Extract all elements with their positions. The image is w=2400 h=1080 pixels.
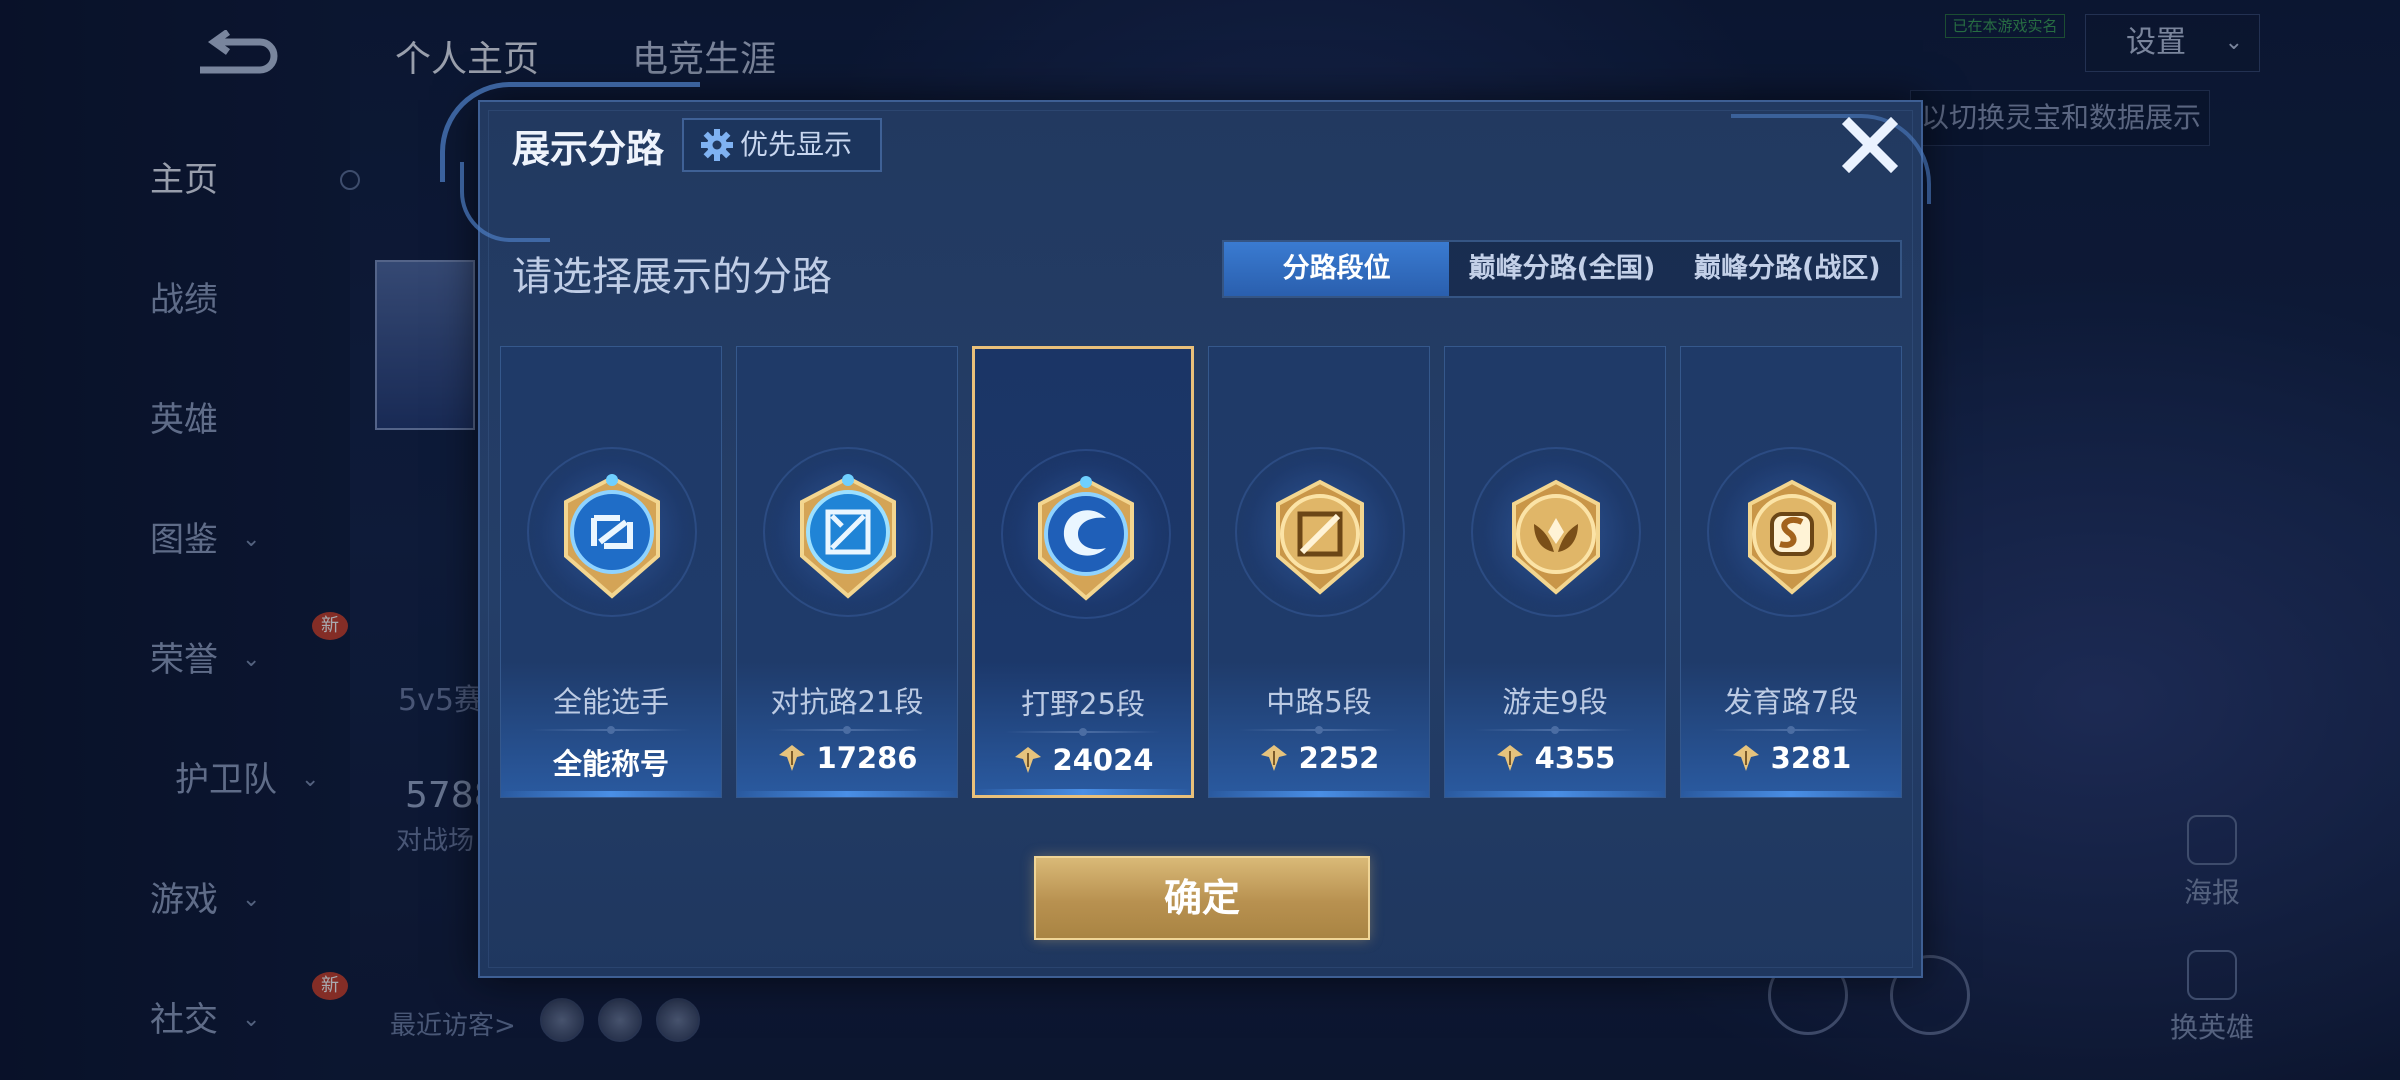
- gold-slash-emblem-icon: [1276, 479, 1364, 595]
- rank-score-icon: [1014, 747, 1041, 773]
- lane-card-all-round[interactable]: 全能选手 全能称号: [500, 346, 722, 798]
- divider: [1711, 726, 1871, 734]
- divider: [1239, 726, 1399, 734]
- close-icon: [1841, 116, 1899, 174]
- tab-peak-national[interactable]: 巅峰分路(全国): [1449, 242, 1674, 296]
- cross-sword-emblem-icon: [800, 474, 896, 599]
- dragon-emblem-icon: [1038, 476, 1134, 601]
- tab-peak-region[interactable]: 巅峰分路(战区): [1675, 242, 1900, 296]
- rank-score-icon: [1496, 745, 1523, 771]
- close-button[interactable]: [1835, 110, 1905, 180]
- tab-lane-rank[interactable]: 分路段位: [1224, 242, 1450, 296]
- modal-subtitle: 请选择展示的分路: [512, 254, 832, 300]
- lane-value: 2252: [1209, 741, 1429, 775]
- divider: [1005, 728, 1161, 736]
- priority-display-button[interactable]: 优先显示: [682, 118, 882, 172]
- lane-name: 对抗路21段: [770, 685, 924, 719]
- confirm-button[interactable]: 确定: [1034, 856, 1370, 940]
- lane-name: 全能选手: [552, 685, 669, 719]
- gold-s-emblem-icon: [1748, 479, 1836, 595]
- lane-card-list: 全能选手 全能称号 对抗路21段 17286 打野25段 24024 中路5段 …: [500, 346, 1905, 798]
- priority-display-label: 优先显示: [740, 128, 853, 161]
- lane-name: 游走9段: [1502, 685, 1608, 719]
- lane-card-jungle[interactable]: 打野25段 24024: [972, 346, 1194, 798]
- modal-title: 展示分路: [512, 127, 665, 171]
- lane-value-text: 24024: [1052, 743, 1154, 777]
- lane-value-text: 17286: [816, 741, 918, 775]
- lane-card-farm[interactable]: 发育路7段 3281: [1680, 346, 1902, 798]
- lane-name: 中路5段: [1266, 685, 1372, 719]
- gold-wing-emblem-icon: [1512, 479, 1600, 595]
- rank-score-icon: [778, 745, 805, 771]
- lane-value: 4355: [1445, 741, 1665, 775]
- lane-value: 17286: [737, 741, 957, 775]
- divider: [1475, 726, 1635, 734]
- lane-card-clash[interactable]: 对抗路21段 17286: [736, 346, 958, 798]
- blue-square-emblem-icon: [564, 474, 660, 599]
- lane-name: 发育路7段: [1723, 685, 1859, 719]
- lane-card-roam[interactable]: 游走9段 4355: [1444, 346, 1666, 798]
- divider: [531, 726, 691, 734]
- lane-value-text: 2252: [1298, 741, 1380, 775]
- lane-tab-group: 分路段位 巅峰分路(全国) 巅峰分路(战区): [1222, 240, 1902, 298]
- lane-select-modal: 展示分路 优先显示 请选择展示的分路 分路段位 巅峰分路(全国) 巅峰分路(战区…: [440, 82, 1931, 978]
- lane-name: 打野25段: [1021, 687, 1145, 721]
- gear-icon: [701, 129, 733, 161]
- lane-value: 全能称号: [501, 741, 721, 783]
- lane-value: 24024: [975, 743, 1191, 777]
- lane-value: 3281: [1681, 741, 1901, 775]
- divider: [767, 726, 927, 734]
- lane-value-text: 全能称号: [552, 747, 669, 781]
- lane-value-text: 3281: [1770, 741, 1852, 775]
- lane-value-text: 4355: [1534, 741, 1616, 775]
- rank-score-icon: [1732, 745, 1759, 771]
- rank-score-icon: [1260, 745, 1287, 771]
- lane-card-mid[interactable]: 中路5段 2252: [1208, 346, 1430, 798]
